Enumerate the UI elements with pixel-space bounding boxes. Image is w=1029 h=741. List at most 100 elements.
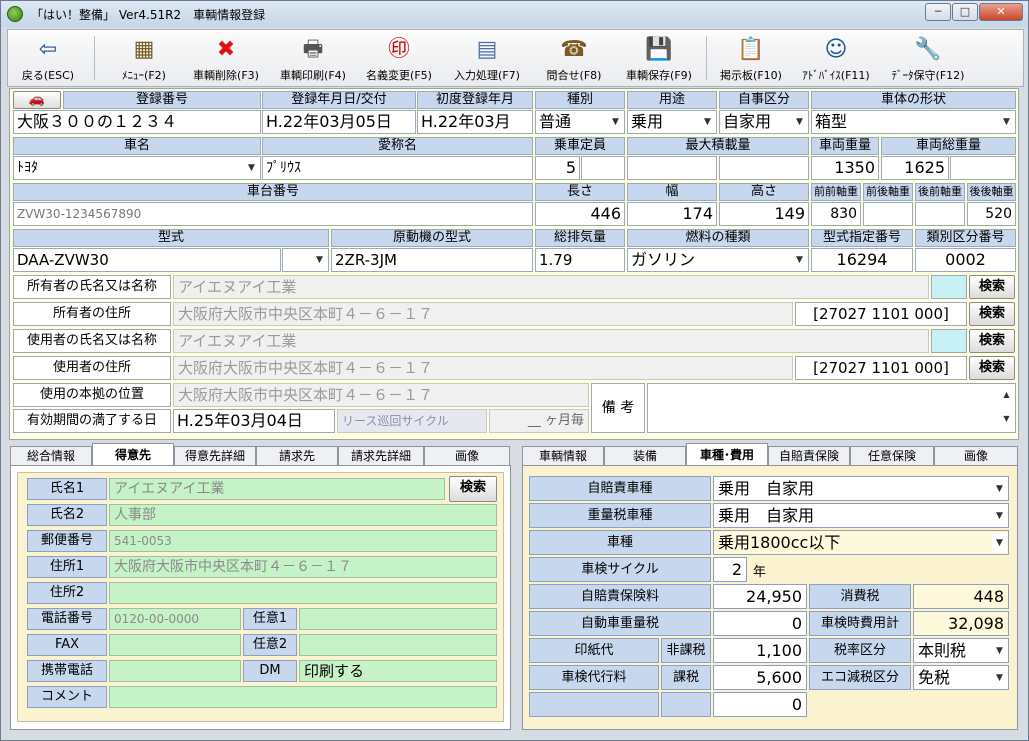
reg-date-field[interactable]: H.22年03月05日 [262,110,416,134]
reg-no-field[interactable]: 大阪３００の１２３４ [13,110,261,134]
print-vehicle-button[interactable]: 🖶 車輌印刷(F4) [272,30,354,86]
class-no-field[interactable]: 0002 [915,248,1016,272]
kind-select[interactable]: 普通 ▼ [535,110,625,134]
model-no-field[interactable]: 16294 [811,248,913,272]
comment-field[interactable] [109,686,497,708]
owner-search-button[interactable]: 検索 [969,275,1015,299]
chassis-header: 車台番号 [13,183,533,201]
model-select[interactable]: ▼ [282,248,329,272]
tab-customer-detail[interactable]: 得意先詳細 [174,446,256,465]
mobile-field[interactable] [109,660,241,682]
extra-fee-field[interactable]: 0 [713,692,807,717]
nickname-field[interactable]: ﾌﾟﾘｳｽ [262,156,533,180]
vehicle-class-select[interactable]: 乗用1800cc以下 ▼ [713,530,1009,555]
max-load-extra-field[interactable] [719,156,809,180]
owner-address-search-button[interactable]: 検索 [969,302,1015,326]
tab-type-cost[interactable]: 車種･費用 [686,443,768,466]
eco-tax-select[interactable]: 免税 ▼ [913,665,1009,690]
tab-customer[interactable]: 得意先 [92,443,174,466]
tab-general[interactable]: 総合情報 [10,446,92,465]
first-reg-field[interactable]: H.22年03月 [417,110,533,134]
input-process-button[interactable]: ▤ 入力処理(F7) [444,30,530,86]
tab-billing-detail[interactable]: 請求先詳細 [338,446,424,465]
maximize-button[interactable]: □ [952,3,978,21]
phone-field[interactable]: 0120-00-0000 [109,608,241,630]
max-load-field[interactable] [627,156,717,180]
board-button[interactable]: 📋 掲示板(F10) [712,30,790,86]
height-field[interactable]: 149 [719,202,809,226]
address1-field[interactable]: 大阪府大阪市中央区本町４－６－１７ [109,556,497,578]
weight-field[interactable]: 1350 [811,156,879,180]
tab-billing[interactable]: 請求先 [256,446,338,465]
inquiry-button[interactable]: ☎ 問合せ(F8) [536,30,612,86]
rear-rear-axle-field[interactable]: 520 [967,202,1016,226]
jibai-type-select[interactable]: 乗用 自家用 ▼ [713,476,1009,501]
tax-rate-select[interactable]: 本則税 ▼ [913,638,1009,663]
front-front-axle-field[interactable]: 830 [811,202,861,226]
zip-field[interactable]: 541-0053 [109,530,497,552]
advice-button[interactable]: ☺ ｱﾄﾞﾊﾞｲｽ(F11) [794,30,878,86]
fuel-select[interactable]: ガソリン ▼ [627,248,809,272]
displacement-field[interactable]: 1.79 [535,248,625,272]
menu-button[interactable]: ▦ ﾒﾆｭｰ(F2) [108,30,180,86]
dm-field[interactable]: 印刷する [299,660,497,682]
agency-fee-field[interactable]: 5,600 [713,665,807,690]
rename-button[interactable]: ㊞名義変更(F5) [358,30,440,86]
weight-tax-field[interactable]: 0 [713,611,807,636]
compulsory-premium-field[interactable]: 24,950 [713,584,807,609]
tab-vehicle-image[interactable]: 画像 [934,446,1018,465]
data-maintenance-button[interactable]: 🔧 ﾃﾞｰﾀ保守(F12) [882,30,974,86]
user-address-field[interactable]: 大阪府大阪市中央区本町４－６－１７ [173,356,793,380]
chassis-field[interactable]: ZVW30-1234567890 [13,202,533,226]
tax-rate-value: 本則税 [918,641,967,660]
customer-search-button[interactable]: 検索 [449,476,497,502]
save-vehicle-button[interactable]: 💾 車輌保存(F9) [618,30,700,86]
optional1-label: 任意1 [243,608,297,630]
lease-cycle-field[interactable]: __ ヶ月毎 [489,409,589,433]
owner-name-field[interactable]: アイエヌアイ工業 [173,275,929,299]
gross-weight-extra-field[interactable] [950,156,1016,180]
body-shape-select[interactable]: 箱型 ▼ [811,110,1016,134]
memo-textarea[interactable]: ▲ ▼ [647,383,1016,433]
address2-field[interactable] [109,582,497,604]
user-address-search-button[interactable]: 検索 [969,356,1015,380]
fax-field[interactable] [109,634,241,656]
optional1-field[interactable] [299,608,497,630]
model-field[interactable]: DAA-ZVW30 [13,248,281,272]
user-name-field[interactable]: アイエヌアイ工業 [173,329,929,353]
tab-image[interactable]: 画像 [424,446,510,465]
capacity-field[interactable]: 5 [535,156,580,180]
weight-tax-type-select[interactable]: 乗用 自家用 ▼ [713,503,1009,528]
owner-address-field[interactable]: 大阪府大阪市中央区本町４－６－１７ [173,302,793,326]
engine-field[interactable]: 2ZR-3JM [331,248,533,272]
length-field[interactable]: 446 [535,202,625,226]
delete-vehicle-button[interactable]: ✖ 車輌削除(F3) [186,30,266,86]
optional2-field[interactable] [299,634,497,656]
vehicle-form: 🚗 登録番号 登録年月日/交付 初度登録年月 種別 用途 自事区分 車体の形状 … [9,88,1019,440]
user-search-button[interactable]: 検索 [969,329,1015,353]
scroll-up-icon[interactable]: ▲ [999,386,1014,404]
close-button[interactable]: ✕ [979,3,1023,21]
tab-compulsory-insurance[interactable]: 自賠責保険 [768,446,850,465]
tab-equipment[interactable]: 装備 [604,446,686,465]
expiry-field[interactable]: H.25年03月04日 [173,409,335,433]
car-name-select[interactable]: ﾄﾖﾀ ▼ [13,156,261,180]
gross-weight-field[interactable]: 1625 [881,156,949,180]
private-select[interactable]: 自家用 ▼ [719,110,809,134]
car-lookup-button[interactable]: 🚗 [13,91,61,109]
capacity-extra-field[interactable] [581,156,625,180]
use-select[interactable]: 乗用 ▼ [627,110,717,134]
tab-voluntary-insurance[interactable]: 任意保険 [850,446,934,465]
name1-field[interactable]: アイエヌアイ工業 [109,478,445,500]
minimize-button[interactable]: ─ [925,3,951,21]
name2-field[interactable]: 人事部 [109,504,497,526]
stamp-fee-field[interactable]: 1,100 [713,638,807,663]
rear-front-axle-field[interactable] [915,202,965,226]
base-location-field[interactable]: 大阪府大阪市中央区本町４－６－１７ [173,383,589,407]
front-rear-axle-field[interactable] [863,202,913,226]
scroll-down-icon[interactable]: ▼ [999,410,1014,428]
width-field[interactable]: 174 [627,202,717,226]
tab-vehicle-info[interactable]: 車輌情報 [522,446,604,465]
inspection-cycle-field[interactable]: 2 [713,557,747,582]
back-button[interactable]: ⇦ 戻る(ESC) [8,30,88,86]
